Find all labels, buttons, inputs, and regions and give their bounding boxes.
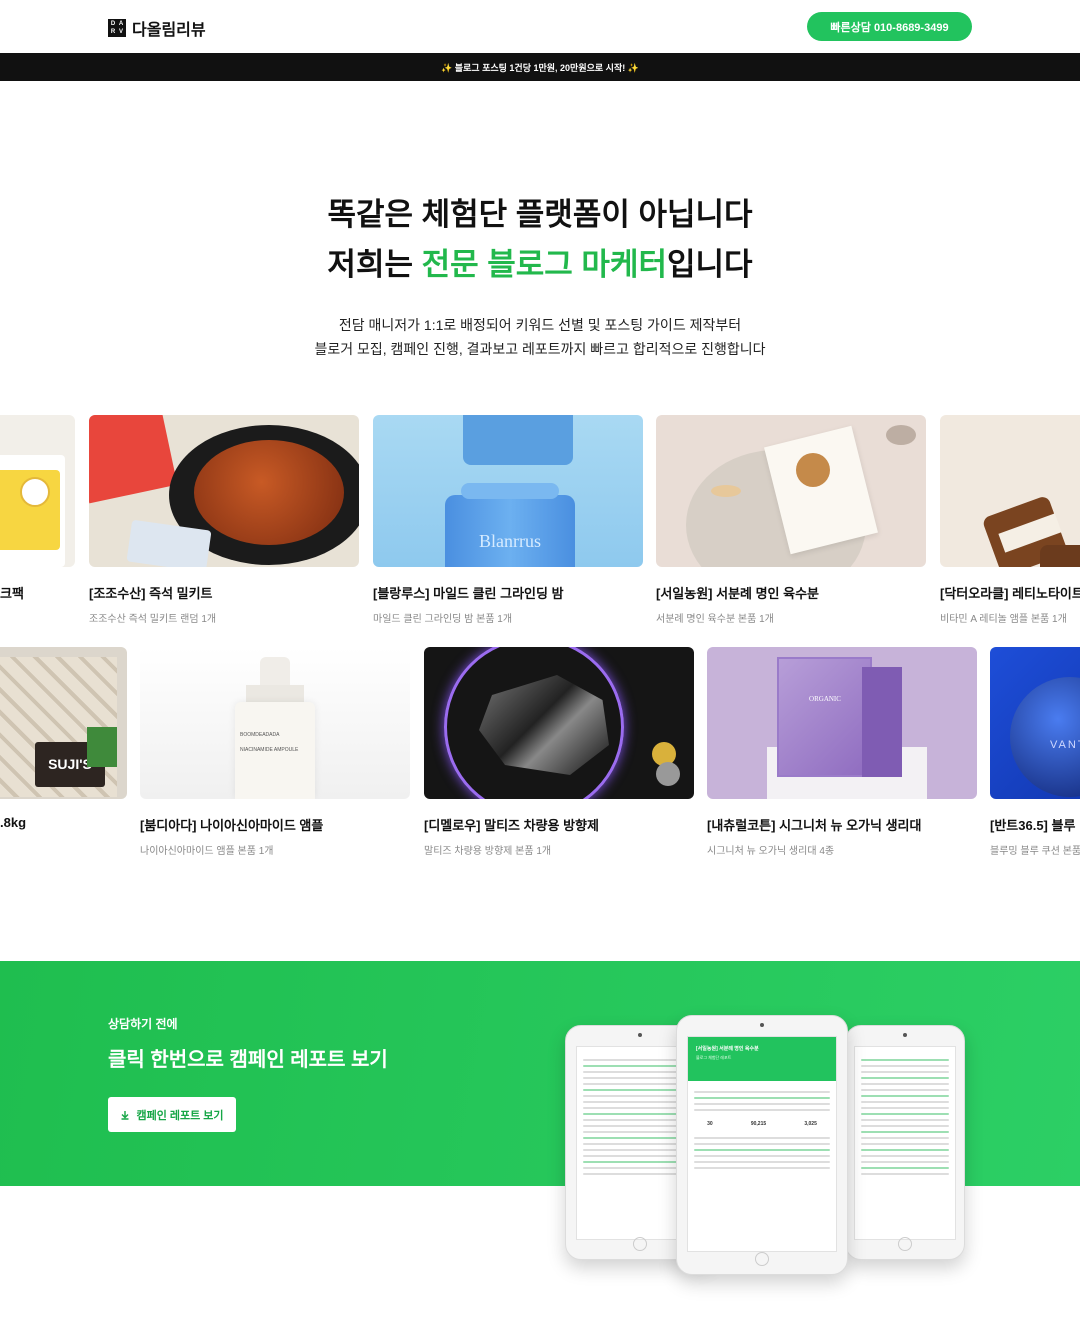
product-image	[0, 415, 75, 567]
tablet-mockup-center: [서일농원] 서분례 명인 육수분 블로그 체험단 레포트 30 90,215 …	[676, 1015, 848, 1275]
logo-mark-icon: DA RV	[108, 19, 126, 37]
site-header: DA RV 다올림리뷰 빠른상담 010-8689-3499	[0, 0, 1080, 53]
card-subtitle: 조조수산 즉석 밀키트 랜덤 1개	[89, 614, 217, 625]
product-image: BOOMDEADADA NIACINAMIDE AMPOULE	[140, 647, 410, 799]
campaign-carousel-row-1: 크팩 [조조수산] 즉석 밀키트 조조수산 즉석 밀키트 랜덤 1개 Blanr…	[0, 415, 1080, 625]
report-cta-pretitle: 상담하기 전에	[108, 1017, 178, 1031]
logo-text: 다올림리뷰	[132, 22, 206, 39]
product-image	[89, 415, 359, 567]
campaign-card[interactable]: VANT [반트36.5] 블루 블루밍 블루 쿠션 본품	[990, 647, 1080, 857]
hero-title-line1: 똑같은 체험단 플랫폼이 아닙니다	[327, 197, 753, 232]
card-subtitle: 시그니처 뉴 오가닉 생리대 4종	[707, 846, 835, 857]
campaign-card[interactable]: SUJI'S .8kg	[0, 647, 127, 830]
card-subtitle: 마일드 클린 그라인딩 밤 본품 1개	[373, 614, 513, 625]
card-title: [서일농원] 서분례 명인 육수분	[656, 586, 820, 601]
campaign-card[interactable]: ORGANIC [내츄럴코튼] 시그니처 뉴 오가닉 생리대 시그니처 뉴 오가…	[707, 647, 977, 857]
download-icon	[121, 1110, 129, 1120]
product-image: VANT	[990, 647, 1080, 799]
card-subtitle: 서분례 명인 육수분 본품 1개	[656, 614, 774, 625]
report-cta-title: 클릭 한번으로 캠페인 레포트 보기	[108, 1049, 388, 1071]
view-report-button[interactable]: 캠페인 레포트 보기	[108, 1097, 236, 1132]
hero-highlight: 전문 블로그 마케터	[421, 247, 667, 282]
campaign-carousel-row-2: SUJI'S .8kg BOOMDEADADA NIACINAMIDE AMPO…	[0, 647, 1080, 857]
card-title: .8kg	[0, 815, 27, 830]
card-title: [반트36.5] 블루	[990, 818, 1076, 833]
card-title: [디멜로우] 말티즈 차량용 방향제	[424, 818, 599, 833]
campaign-card[interactable]: [서일농원] 서분례 명인 육수분 서분례 명인 육수분 본품 1개	[656, 415, 926, 625]
product-image: Blanrrus	[373, 415, 643, 567]
campaign-card[interactable]: Blanrrus [블랑루스] 마일드 클린 그라인딩 밤 마일드 클린 그라인…	[373, 415, 643, 625]
campaign-card[interactable]: [디멜로우] 말티즈 차량용 방향제 말티즈 차량용 방향제 본품 1개	[424, 647, 694, 857]
card-title: 크팩	[0, 586, 24, 601]
card-subtitle: 블루밍 블루 쿠션 본품	[990, 846, 1080, 857]
card-title: [블랑루스] 마일드 클린 그라인딩 밤	[373, 586, 564, 601]
product-image	[940, 415, 1080, 567]
product-image	[656, 415, 926, 567]
promo-banner: ✨ 블로그 포스팅 1건당 1만원, 20만원으로 시작! ✨	[0, 53, 1080, 81]
card-title: [조조수산] 즉석 밀키트	[89, 586, 213, 601]
card-title: [닥터오라클] 레티노타이트	[940, 586, 1080, 601]
hero-title-line2: 저희는 전문 블로그 마케터입니다	[327, 247, 753, 282]
tablet-mockup-right	[845, 1025, 965, 1260]
campaign-card[interactable]: [조조수산] 즉석 밀키트 조조수산 즉석 밀키트 랜덤 1개	[89, 415, 359, 625]
card-subtitle: 말티즈 차량용 방향제 본품 1개	[424, 846, 552, 857]
card-title: [붐디아다] 나이아신아마이드 앰플	[140, 818, 324, 833]
card-subtitle: 비타민 A 레티놀 앰플 본품 1개	[940, 614, 1067, 625]
product-image	[424, 647, 694, 799]
logo[interactable]: DA RV 다올림리뷰	[108, 16, 206, 40]
product-image: SUJI'S	[0, 647, 127, 799]
card-title: [내츄럴코튼] 시그니처 뉴 오가닉 생리대	[707, 818, 922, 833]
hero-title: 똑같은 체험단 플랫폼이 아닙니다 저희는 전문 블로그 마케터입니다	[0, 190, 1080, 290]
card-subtitle: 나이아신아마이드 앰플 본품 1개	[140, 846, 274, 857]
campaign-card[interactable]: [닥터오라클] 레티노타이트 비타민 A 레티놀 앰플 본품 1개	[940, 415, 1080, 625]
product-image: ORGANIC	[707, 647, 977, 799]
quick-consult-button[interactable]: 빠른상담 010-8689-3499	[807, 12, 972, 41]
campaign-card[interactable]: 크팩	[0, 415, 75, 602]
hero-description: 전담 매니저가 1:1로 배정되어 키워드 선별 및 포스팅 가이드 제작부터 …	[314, 317, 766, 357]
campaign-card[interactable]: BOOMDEADADA NIACINAMIDE AMPOULE [붐디아다] 나…	[140, 647, 410, 857]
